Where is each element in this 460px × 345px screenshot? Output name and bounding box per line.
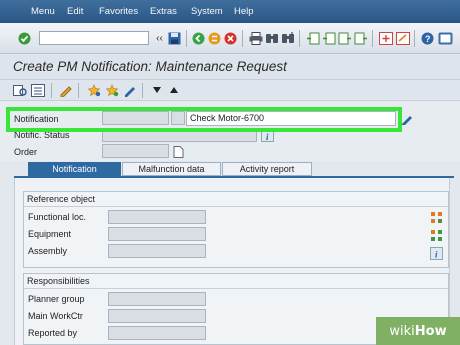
main-workctr-field[interactable] (108, 309, 206, 323)
assembly-info-icon[interactable]: i (429, 246, 444, 260)
assembly-label: Assembly (28, 246, 68, 256)
triangle-down-icon[interactable] (149, 83, 164, 97)
menu-item-edit[interactable]: Edit (67, 6, 83, 17)
menu-item-extras[interactable]: Extras (150, 6, 177, 17)
previous-page-icon[interactable] (321, 31, 336, 45)
exit-icon[interactable] (207, 31, 222, 45)
planner-group-field[interactable] (108, 292, 206, 306)
title-bar: Create PM Notification: Maintenance Requ… (0, 55, 460, 79)
order-field[interactable] (102, 144, 169, 158)
next-page-icon[interactable] (337, 31, 352, 45)
back-icon[interactable] (191, 31, 206, 45)
command-history-chevron[interactable]: ‹‹ (152, 31, 167, 45)
menu-item-system[interactable]: System (191, 6, 223, 17)
menu-bar: Menu Edit Favorites Extras System Help (0, 0, 460, 23)
equipment-label: Equipment (28, 229, 72, 239)
assembly-field[interactable] (108, 244, 206, 258)
reference-object-title: Reference object (27, 194, 96, 204)
order-label: Order (14, 147, 38, 157)
notification-highlight-frame (6, 107, 402, 132)
planner-group-label: Planner group (28, 294, 85, 304)
reported-by-label: Reported by (28, 328, 78, 338)
tab-notification[interactable]: Notification (28, 162, 121, 176)
functional-loc-label: Functional loc. (28, 212, 87, 222)
page-title: Create PM Notification: Maintenance Requ… (13, 59, 287, 74)
activity-star-icon[interactable] (86, 83, 101, 97)
command-field[interactable] (39, 31, 149, 45)
standard-toolbar: ‹‹ ? (0, 23, 460, 54)
find-next-icon[interactable] (280, 31, 295, 45)
customize-layout-icon[interactable] (438, 31, 453, 45)
application-toolbar (0, 79, 460, 101)
pencil-icon[interactable] (122, 83, 137, 97)
tab-malfunction-data[interactable]: Malfunction data (122, 162, 221, 176)
reference-object-group: Reference object Functional loc. Equipme… (23, 191, 449, 268)
first-page-icon[interactable] (305, 31, 320, 45)
task-star-icon[interactable] (104, 83, 119, 97)
cancel-icon[interactable] (223, 31, 238, 45)
tab-activity-report[interactable]: Activity report (222, 162, 312, 176)
object-list-icon[interactable] (30, 83, 45, 97)
responsibilities-title: Responsibilities (27, 276, 90, 286)
tab-strip: Notification Malfunction data Activity r… (14, 161, 454, 177)
help-icon[interactable]: ? (420, 31, 435, 45)
structure-orange-icon[interactable] (429, 210, 444, 224)
watermark-prefix: wiki (389, 323, 415, 339)
watermark-suffix: How (414, 323, 447, 339)
print-icon[interactable] (248, 31, 263, 45)
shortcut-icon[interactable] (395, 31, 410, 45)
menu-item-menu[interactable]: Menu (31, 6, 55, 17)
edit-long-text-icon[interactable] (58, 83, 73, 97)
structure-green-icon[interactable] (429, 228, 444, 242)
main-workctr-label: Main WorkCtr (28, 311, 83, 321)
menu-item-help[interactable]: Help (234, 6, 254, 17)
wikihow-watermark: wiki How (376, 317, 460, 345)
equipment-field[interactable] (108, 227, 206, 241)
find-icon[interactable] (264, 31, 279, 45)
reported-by-field[interactable] (108, 326, 206, 340)
triangle-up-icon[interactable] (166, 83, 181, 97)
functional-loc-field[interactable] (108, 210, 206, 224)
new-session-icon[interactable] (378, 31, 393, 45)
last-page-icon[interactable] (353, 31, 368, 45)
svg-text:?: ? (425, 34, 431, 44)
enter-icon[interactable] (17, 31, 32, 45)
menu-item-favorites[interactable]: Favorites (99, 6, 138, 17)
order-document-icon[interactable] (171, 145, 186, 159)
display-object-icon[interactable] (12, 83, 27, 97)
save-icon[interactable] (167, 31, 182, 45)
